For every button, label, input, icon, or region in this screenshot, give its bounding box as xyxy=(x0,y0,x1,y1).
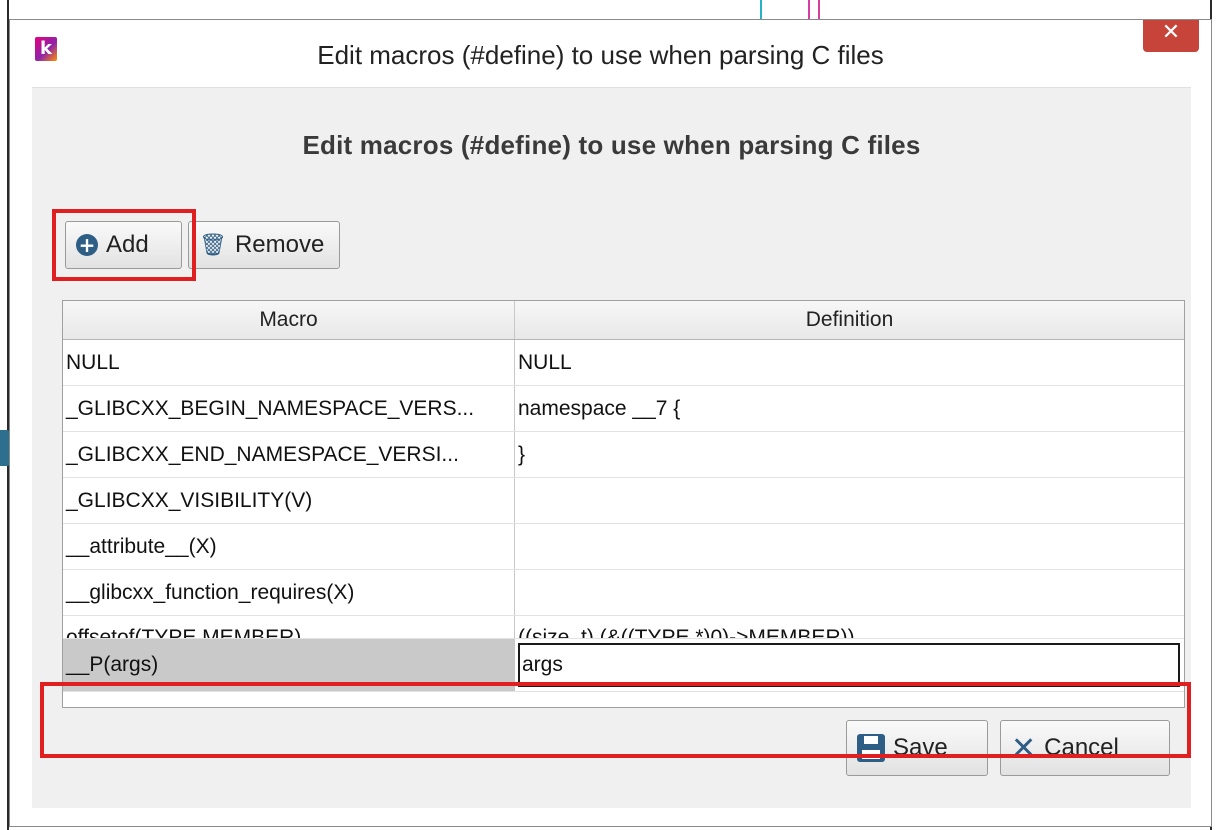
background-app xyxy=(0,0,1217,20)
definition-cell[interactable] xyxy=(515,524,1184,569)
close-icon: ✕ xyxy=(1161,20,1181,45)
app-logo-icon: k xyxy=(35,37,57,61)
window-title: Edit macros (#define) to use when parsin… xyxy=(317,40,884,70)
macro-cell[interactable]: _GLIBCXX_VISIBILITY(V) xyxy=(63,478,515,523)
macro-cell[interactable]: NULL xyxy=(63,340,515,385)
column-header-macro[interactable]: Macro xyxy=(63,301,515,339)
table-header: Macro Definition xyxy=(63,301,1184,340)
table-row[interactable]: _GLIBCXX_VISIBILITY(V) xyxy=(63,478,1184,524)
editing-row-highlight xyxy=(40,682,1191,758)
table-row[interactable]: __attribute__(X) xyxy=(63,524,1184,570)
macro-cell[interactable]: __attribute__(X) xyxy=(63,524,515,569)
dialog-body: Edit macros (#define) to use when parsin… xyxy=(32,87,1191,808)
table-row[interactable]: __glibcxx_function_requires(X) xyxy=(63,570,1184,616)
table-row[interactable]: NULL NULL xyxy=(63,340,1184,386)
definition-cell[interactable]: namespace __7 { xyxy=(515,386,1184,431)
column-header-definition[interactable]: Definition xyxy=(515,301,1184,339)
macros-table: Macro Definition NULL NULL _GLIBCXX_BEGI… xyxy=(62,300,1185,708)
trash-icon: 🗑 xyxy=(199,232,227,257)
definition-edit-input[interactable] xyxy=(518,643,1180,687)
definition-cell[interactable]: NULL xyxy=(515,340,1184,385)
definition-cell[interactable]: ((size_t) (&((TYPE *)0)->MEMBER)) xyxy=(515,616,1184,638)
definition-cell[interactable] xyxy=(515,478,1184,523)
background-stroke xyxy=(818,0,820,20)
add-button-highlight xyxy=(52,209,196,281)
definition-cell[interactable]: } xyxy=(515,432,1184,477)
background-stroke xyxy=(760,0,762,20)
macro-cell[interactable]: __glibcxx_function_requires(X) xyxy=(63,570,515,615)
table-row[interactable]: _GLIBCXX_BEGIN_NAMESPACE_VERS... namespa… xyxy=(63,386,1184,432)
remove-button-label: Remove xyxy=(234,231,325,258)
remove-button[interactable]: 🗑 Remove xyxy=(188,221,340,269)
macro-cell[interactable]: _GLIBCXX_END_NAMESPACE_VERSI... xyxy=(63,432,515,477)
table-row[interactable]: _GLIBCXX_END_NAMESPACE_VERSI... } xyxy=(63,432,1184,478)
background-stroke xyxy=(808,0,810,20)
close-button[interactable]: ✕ xyxy=(1143,20,1199,52)
macro-cell[interactable]: _GLIBCXX_BEGIN_NAMESPACE_VERS... xyxy=(63,386,515,431)
table-row[interactable]: offsetof(TYPE,MEMBER) ((size_t) (&((TYPE… xyxy=(63,616,1184,639)
dialog-heading: Edit macros (#define) to use when parsin… xyxy=(302,130,921,160)
macros-dialog: k Edit macros (#define) to use when pars… xyxy=(9,19,1212,827)
macro-cell[interactable]: offsetof(TYPE,MEMBER) xyxy=(63,616,515,638)
definition-cell[interactable] xyxy=(515,570,1184,615)
